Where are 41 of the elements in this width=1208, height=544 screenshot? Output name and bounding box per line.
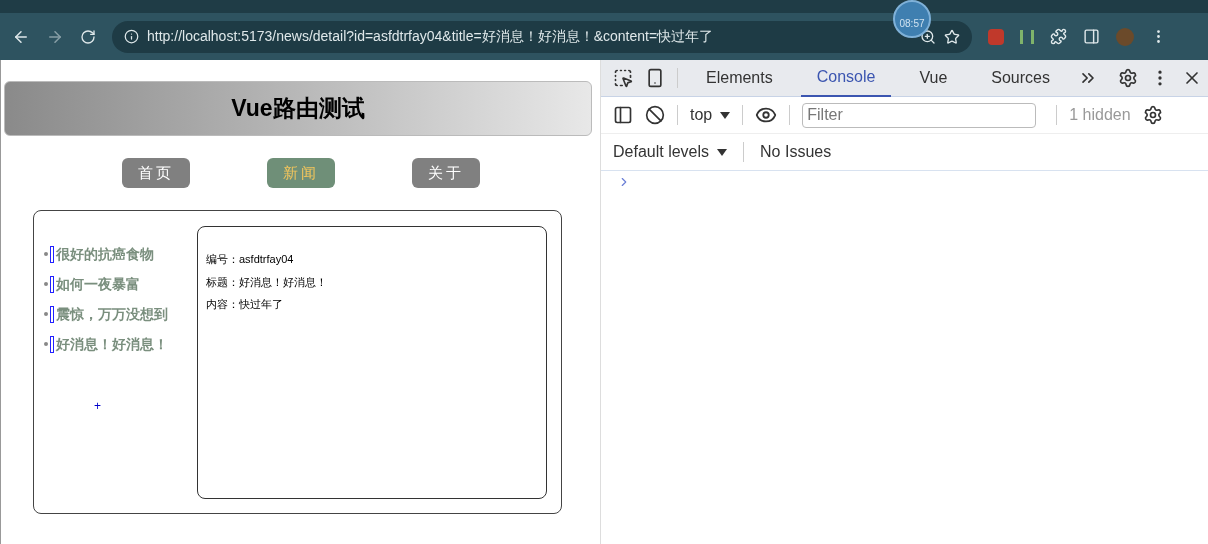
bullet-icon [44,312,48,316]
device-icon[interactable] [645,68,665,88]
news-link[interactable]: 很好的抗癌食物 [56,243,154,265]
extension-icon[interactable] [1020,29,1034,44]
info-icon [124,29,139,44]
news-link[interactable]: 震惊，万万没想到 [56,303,168,325]
nav-button[interactable]: 关于 [412,158,480,188]
focus-marker-icon [50,245,54,263]
context-select[interactable]: top [690,103,731,127]
detail-line: 标题：好消息！好消息！ [206,274,328,290]
focus-marker-icon [50,275,54,293]
devtools-tab[interactable]: Vue [903,59,964,97]
devtools-tab[interactable]: Elements [690,59,789,97]
devtools-tab[interactable]: Sources [975,59,1066,97]
detail-line: 编号：asfdtrfay04 [206,252,295,267]
levels-dropdown[interactable]: Default levels [613,140,728,164]
reload-icon[interactable] [80,28,96,45]
news-link[interactable]: 好消息！好消息！ [56,333,168,355]
detail-line: 内容：快过年了 [206,297,284,312]
plus-mark: + [94,398,102,415]
bullet-icon [44,252,48,256]
clear-icon[interactable] [645,105,665,125]
page-title: Vue路由测试 [231,94,365,124]
sidebar-icon[interactable] [613,105,633,125]
nav-button[interactable]: 首页 [122,158,190,188]
sidepanel-icon[interactable] [1083,28,1100,45]
bullet-icon [44,342,48,346]
console-settings-icon[interactable] [1142,105,1163,125]
extensions-icon[interactable] [1050,28,1067,45]
star-icon[interactable] [944,28,960,45]
focus-marker-icon [50,335,54,353]
settings-icon[interactable] [1118,68,1138,88]
devtools-tab[interactable]: Console [800,59,892,97]
news-link[interactable]: 如何一夜暴富 [56,273,140,295]
hidden-count: 1 hidden [1069,105,1131,125]
url-text: http://localhost:5173/news/detail?id=asfdtrfay04&title=好消息！好消息！&content=快过年了 [147,27,715,46]
bullet-icon [44,282,48,286]
filter-field[interactable]: Filter [802,102,1037,128]
issues-text: No Issues [760,142,832,162]
inspect-icon[interactable] [613,68,633,88]
focus-marker-icon [50,305,54,323]
